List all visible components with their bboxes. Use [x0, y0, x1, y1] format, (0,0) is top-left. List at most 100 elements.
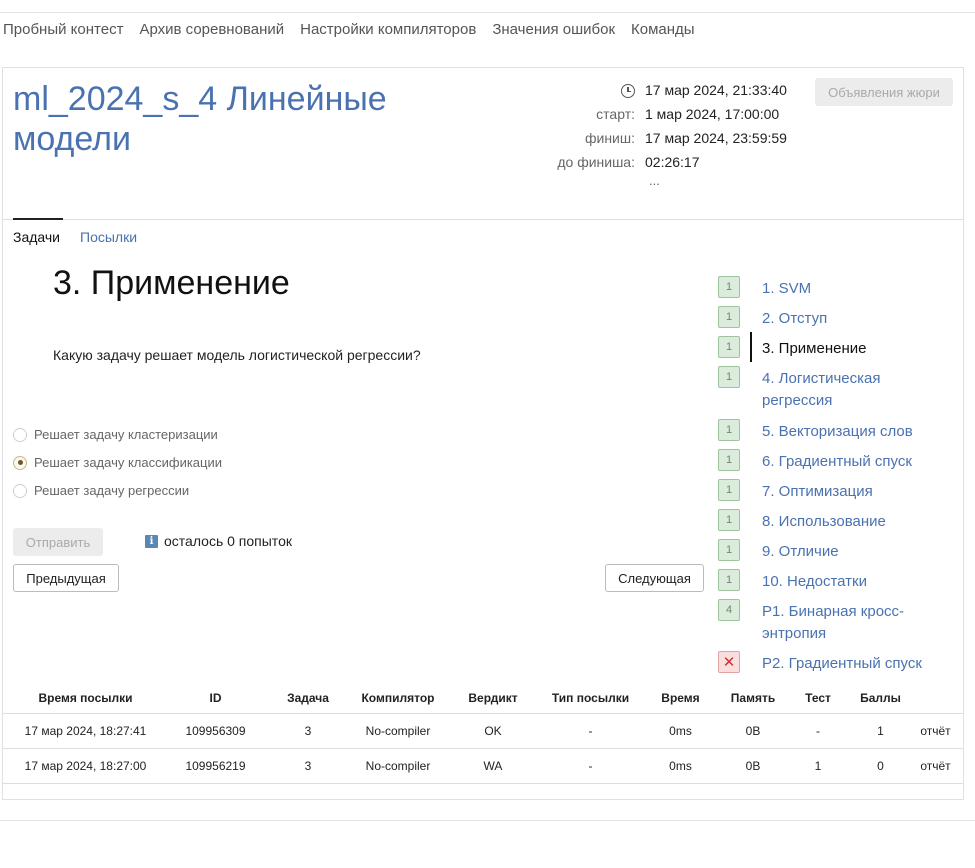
column-header: Задача: [287, 690, 329, 705]
nav-competition-archive[interactable]: Архив соревнований: [139, 21, 284, 38]
submission-memory: 0B: [723, 712, 783, 748]
problem-score-badge: 4: [718, 599, 740, 621]
current-problem-indicator: [750, 332, 752, 362]
problem-link[interactable]: P2. Градиентный спуск: [762, 653, 952, 675]
column-header: ID: [209, 690, 222, 705]
submission-time: 17 мар 2024, 18:27:00: [3, 747, 168, 784]
report-link[interactable]: отчёт: [908, 712, 963, 748]
times-more-ellipsis[interactable]: ...: [649, 173, 660, 188]
submission-time: 17 мар 2024, 18:27:41: [3, 712, 168, 748]
report-link[interactable]: отчёт: [908, 747, 963, 784]
remaining-label: до финиша:: [557, 154, 635, 170]
problem-score-badge: 1: [718, 366, 740, 388]
problem-score-badge: 1: [718, 539, 740, 561]
column-header: Память: [730, 690, 776, 705]
table-row: 17 мар 2024, 18:27:41 109956309 3 No-com…: [3, 712, 963, 748]
problem-link[interactable]: 2. Отступ: [762, 308, 952, 330]
start-value: 1 мар 2024, 17:00:00: [645, 106, 780, 122]
submission-id: 109956219: [168, 747, 263, 784]
problem-link[interactable]: 7. Оптимизация: [762, 481, 952, 503]
attempts-text: осталось 0 попыток: [164, 533, 292, 549]
remaining-value: 02:26:17: [645, 154, 700, 170]
submission-problem: 3: [263, 747, 353, 784]
answer-option-label: Решает задачу кластеризации: [34, 427, 218, 442]
problem-score-badge: 1: [718, 306, 740, 328]
failed-cross-icon: ✕: [718, 651, 740, 673]
submission-id: 109956309: [168, 712, 263, 748]
submit-button[interactable]: Отправить: [13, 528, 103, 556]
submission-test: -: [783, 712, 853, 748]
tabs-divider: [3, 219, 964, 220]
submission-run-time: 0ms: [638, 747, 723, 784]
table-row: 17 мар 2024, 18:27:00 109956219 3 No-com…: [3, 747, 963, 784]
problem-link[interactable]: 1. SVM: [762, 278, 952, 300]
top-divider: [0, 12, 975, 13]
submission-type: -: [543, 747, 638, 784]
submission-type: -: [543, 712, 638, 748]
column-header: Тест: [805, 690, 831, 705]
submission-test: 1: [783, 747, 853, 784]
column-header: Тип посылки: [551, 690, 630, 705]
finish-value: 17 мар 2024, 23:59:59: [645, 130, 787, 146]
active-tab-indicator: [13, 218, 63, 220]
problem-score-badge: 1: [718, 569, 740, 591]
answer-option-clustering[interactable]: Решает задачу кластеризации: [13, 427, 218, 442]
submission-verdict: WA: [443, 747, 543, 784]
submission-score: 1: [853, 712, 908, 748]
submission-memory: 0B: [723, 747, 783, 784]
remaining-row: до финиша: 02:26:17: [520, 154, 800, 174]
start-row: старт: 1 мар 2024, 17:00:00: [520, 106, 800, 126]
problem-link[interactable]: 10. Недостатки: [762, 571, 952, 593]
tab-submissions[interactable]: Посылки: [80, 229, 137, 245]
attempts-info: i осталось 0 попыток: [145, 533, 292, 549]
column-header: Компилятор: [361, 690, 435, 705]
jury-announcements-button[interactable]: Объявления жюри: [815, 78, 953, 106]
submissions-table: Время посылки ID Задача Компилятор Верди…: [3, 683, 963, 784]
problem-link[interactable]: 4. Логистическая регрессия: [762, 368, 952, 412]
problem-link[interactable]: 6. Градиентный спуск: [762, 451, 952, 473]
nav-compiler-settings[interactable]: Настройки компиляторов: [300, 21, 476, 38]
answer-option-regression[interactable]: Решает задачу регрессии: [13, 483, 189, 498]
answer-option-classification[interactable]: Решает задачу классификации: [13, 455, 222, 470]
column-header: Баллы: [860, 690, 901, 705]
column-header: Время: [661, 690, 700, 705]
problem-score-badge: 1: [718, 509, 740, 531]
next-problem-button[interactable]: Следующая: [605, 564, 704, 592]
problem-link[interactable]: P1. Бинарная кросс-энтропия: [762, 601, 952, 645]
column-header: Время посылки: [38, 690, 133, 705]
contest-title: ml_2024_s_4 Линейные модели: [13, 80, 387, 158]
finish-row: финиш: 17 мар 2024, 23:59:59: [520, 130, 800, 150]
radio-button-selected[interactable]: [13, 455, 27, 470]
nav-teams[interactable]: Команды: [631, 21, 695, 38]
current-time: 17 мар 2024, 21:33:40: [645, 82, 787, 98]
problem-link[interactable]: 3. Применение: [762, 338, 952, 360]
column-header: Вердикт: [468, 690, 518, 705]
answer-option-label: Решает задачу классификации: [34, 455, 222, 470]
problem-link[interactable]: 5. Векторизация слов: [762, 421, 952, 443]
submission-verdict: OK: [443, 712, 543, 748]
problem-link[interactable]: 8. Использование: [762, 511, 952, 533]
nav-trial-contest[interactable]: Пробный контест: [3, 21, 123, 38]
problem-score-badge: 1: [718, 479, 740, 501]
submission-compiler: No-compiler: [353, 712, 443, 748]
submission-problem: 3: [263, 712, 353, 748]
start-label: старт:: [596, 106, 635, 122]
submission-compiler: No-compiler: [353, 747, 443, 784]
submission-score: 0: [853, 747, 908, 784]
radio-button[interactable]: [13, 483, 27, 498]
table-header-row: Время посылки ID Задача Компилятор Верди…: [3, 683, 963, 713]
problem-title: 3. Применение: [53, 264, 290, 302]
finish-label: финиш:: [584, 130, 635, 146]
problem-score-badge: 1: [718, 449, 740, 471]
problem-question: Какую задачу решает модель логистической…: [53, 347, 421, 363]
current-time-row: 17 мар 2024, 21:33:40: [520, 82, 800, 102]
tab-problems[interactable]: Задачи: [13, 229, 60, 245]
radio-button[interactable]: [13, 427, 27, 442]
problem-score-badge: 1: [718, 336, 740, 358]
nav-error-values[interactable]: Значения ошибок: [492, 21, 615, 38]
bottom-divider: [0, 820, 975, 821]
info-icon: i: [145, 534, 158, 548]
column-header: [908, 683, 963, 713]
problem-link[interactable]: 9. Отличие: [762, 541, 952, 563]
previous-problem-button[interactable]: Предыдущая: [13, 564, 119, 592]
